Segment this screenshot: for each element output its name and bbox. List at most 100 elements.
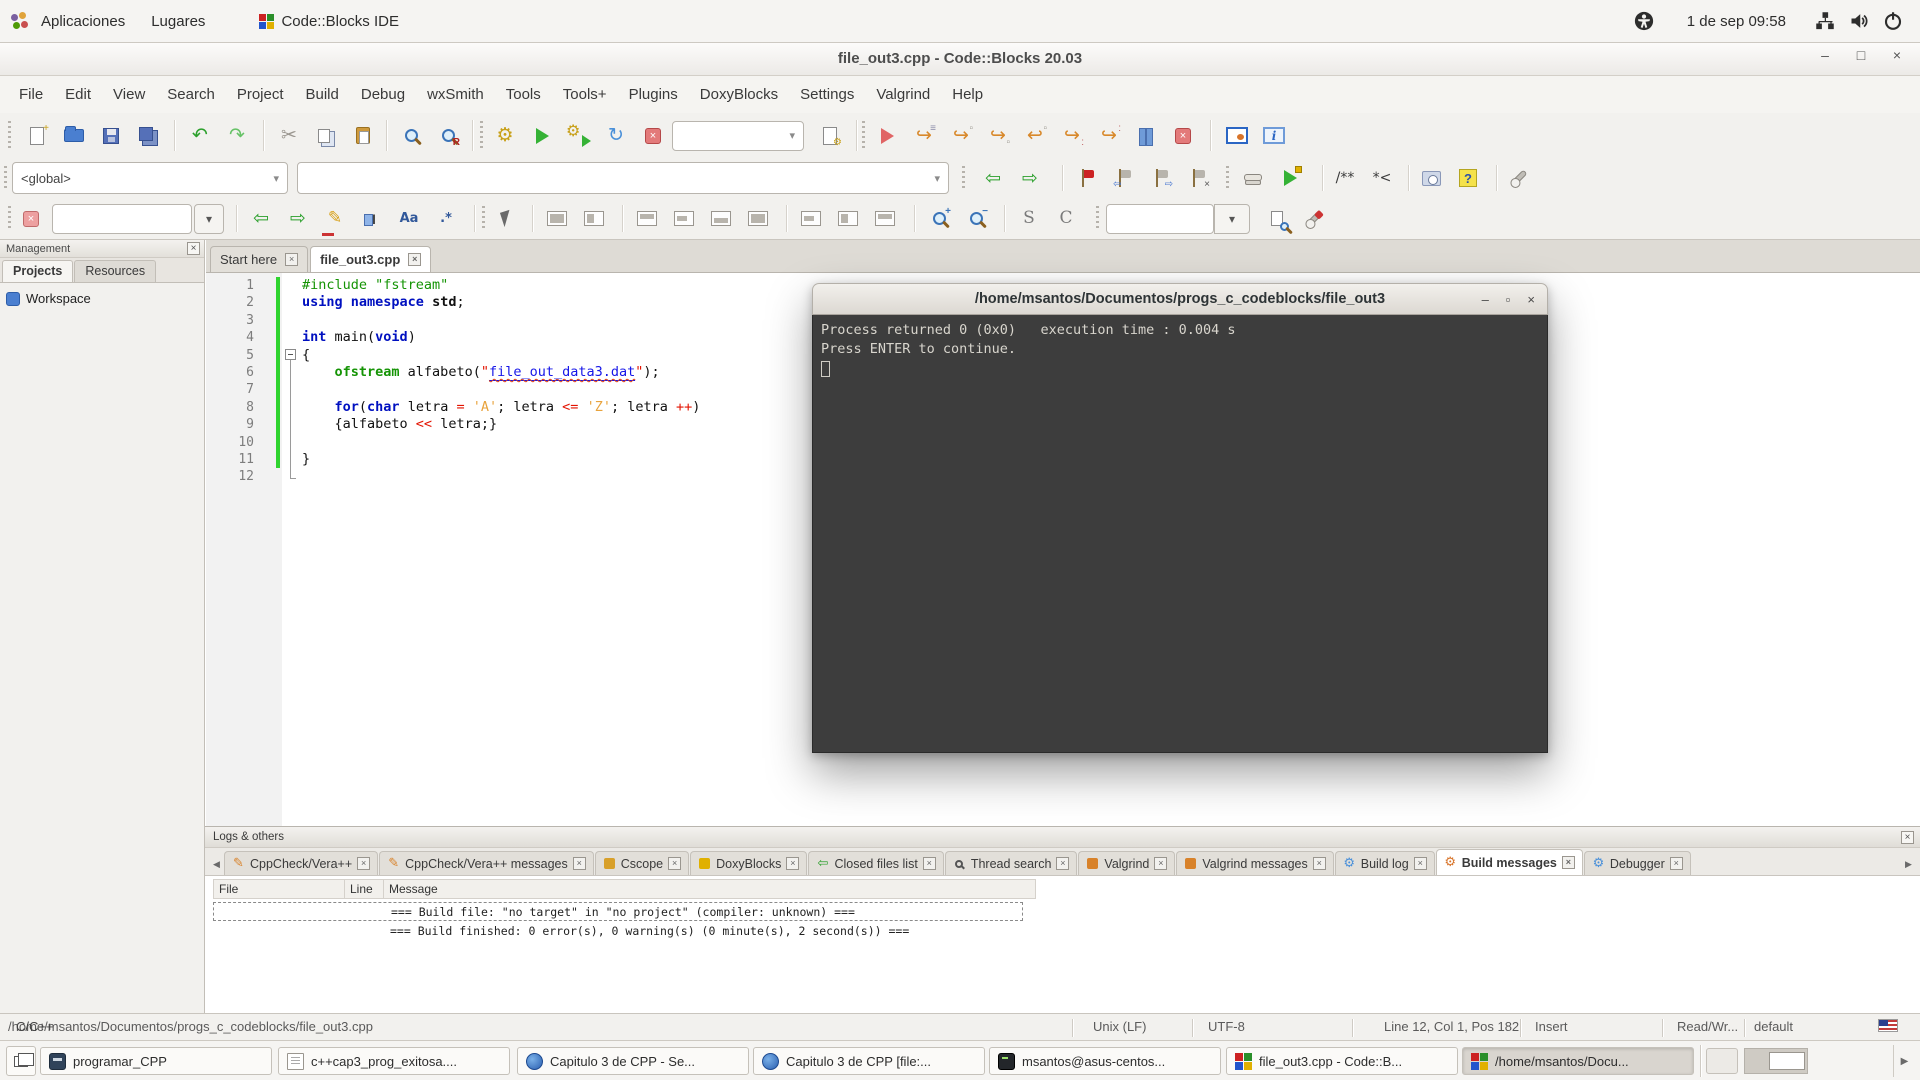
menu-file[interactable]: File — [8, 82, 54, 107]
zoom-in-button[interactable]: + — [924, 204, 954, 234]
maximize-button[interactable]: □ — [1852, 47, 1870, 63]
close-icon[interactable]: × — [1413, 857, 1427, 870]
workspace-switcher[interactable] — [1744, 1048, 1808, 1074]
new-file-button[interactable]: + — [22, 121, 52, 151]
tab-build-log[interactable]: ⚙ Build log × — [1334, 851, 1435, 875]
menu-project[interactable]: Project — [226, 82, 295, 107]
terminal-close-button[interactable]: × — [1527, 292, 1535, 307]
tab-cscope[interactable]: Cscope × — [594, 851, 690, 875]
logs-close-icon[interactable]: × — [1901, 830, 1914, 844]
search-history-button[interactable]: ▾ — [194, 203, 224, 234]
various-info-button[interactable]: i — [1259, 121, 1289, 151]
toolbar-drag-handle[interactable] — [4, 166, 7, 190]
regex-button[interactable]: .* — [431, 204, 461, 234]
doxyblocks-help-button[interactable]: ? — [1453, 163, 1483, 193]
menu-wxsmith[interactable]: wxSmith — [416, 82, 495, 107]
custom-button[interactable]: C — [1051, 204, 1081, 234]
close-icon[interactable]: × — [1056, 857, 1070, 870]
menu-tools-plus[interactable]: Tools+ — [552, 82, 618, 107]
workspace-item[interactable]: Workspace — [26, 291, 91, 306]
close-button[interactable]: × — [1888, 47, 1906, 63]
tab-debugger[interactable]: ⚙ Debugger × — [1583, 851, 1691, 875]
active-app-menu[interactable]: Code::Blocks IDE — [246, 0, 412, 42]
close-icon[interactable]: × — [1312, 857, 1326, 870]
menu-edit[interactable]: Edit — [54, 82, 102, 107]
jump-forward-button[interactable]: ⇨ — [1015, 163, 1045, 193]
compiler-options-button[interactable]: ⚙ — [815, 121, 845, 151]
clear-search-button[interactable]: × — [16, 204, 46, 234]
rebuild-button[interactable]: ↻ — [601, 121, 631, 151]
doxyblocks-run-html-button[interactable] — [1275, 163, 1305, 193]
tab-valgrind-messages[interactable]: Valgrind messages × — [1176, 851, 1334, 875]
taskbar-button-terminal[interactable]: msantos@asus-centos... — [989, 1047, 1221, 1075]
tab-build-messages[interactable]: ⚙ Build messages × — [1435, 849, 1583, 875]
step-out-button[interactable]: ↪ ▫ — [1020, 121, 1050, 151]
thread-search-button[interactable] — [1262, 204, 1292, 234]
tab-valgrind[interactable]: Valgrind × — [1078, 851, 1176, 875]
menu-search[interactable]: Search — [156, 82, 226, 107]
terminal-minimize-button[interactable]: ‒ — [1482, 292, 1489, 307]
taskbar-button-programar[interactable]: programar_CPP — [40, 1047, 272, 1075]
window-selector-button[interactable] — [6, 1046, 36, 1076]
open-file-button[interactable] — [59, 121, 89, 151]
close-icon[interactable]: × — [285, 253, 299, 266]
toolbar-drag-handle[interactable] — [1096, 206, 1099, 231]
close-icon[interactable]: × — [668, 857, 682, 870]
network-icon[interactable] — [1815, 11, 1835, 31]
search-prev-button[interactable]: ⇦ — [246, 204, 276, 234]
menu-valgrind[interactable]: Valgrind — [865, 82, 941, 107]
build-target-combo[interactable]: ▾ — [672, 120, 804, 151]
jump-back-button[interactable]: ⇦ — [978, 163, 1008, 193]
scope-combo[interactable]: <global> ▾ — [12, 162, 288, 194]
block-comment-button[interactable]: /** — [1330, 163, 1360, 193]
tab-cppcheck-messages[interactable]: ✎ CppCheck/Vera++ messages × — [379, 851, 594, 875]
tabs-scroll-left-icon[interactable]: ◀ — [209, 853, 224, 875]
tab-resources[interactable]: Resources — [74, 260, 157, 282]
terminal-maximize-button[interactable]: ▫ — [1506, 292, 1511, 307]
wxsmith-widget-1-button[interactable] — [542, 204, 572, 234]
thread-search-options-button[interactable] — [1299, 204, 1329, 234]
thread-search-input[interactable] — [1106, 203, 1214, 234]
doxyblocks-chm-button[interactable] — [1416, 163, 1446, 193]
taskbar-button-textfile[interactable]: c++cap3_prog_exitosa.... — [278, 1047, 510, 1075]
close-icon[interactable]: × — [1561, 856, 1575, 869]
previous-bookmark-button[interactable]: ⇦ — [1109, 163, 1139, 193]
wxsmith-widget-2-button[interactable] — [579, 204, 609, 234]
wxsmith-align-2-button[interactable] — [833, 204, 863, 234]
zoom-out-button[interactable]: − — [961, 204, 991, 234]
tab-file-out3[interactable]: file_out3.cpp × — [310, 246, 432, 272]
incremental-search-input[interactable] — [52, 203, 192, 234]
debugging-windows-button[interactable] — [1222, 121, 1252, 151]
wxsmith-sizer-3-button[interactable] — [706, 204, 736, 234]
fold-toggle-icon[interactable] — [285, 349, 296, 360]
wxsmith-sizer-4-button[interactable] — [743, 204, 773, 234]
stop-debugger-button[interactable]: × — [1168, 121, 1198, 151]
toggle-bookmark-button[interactable] — [1072, 163, 1102, 193]
close-icon[interactable]: × — [1669, 857, 1683, 870]
save-button[interactable] — [96, 121, 126, 151]
symbol-combo[interactable]: ▾ — [297, 162, 949, 194]
close-icon[interactable]: × — [922, 857, 936, 870]
minimize-button[interactable]: ‒ — [1816, 47, 1834, 63]
taskbar-mini-button[interactable] — [1706, 1048, 1738, 1074]
toolbar-drag-handle[interactable] — [8, 206, 11, 231]
menu-aplicaciones[interactable]: Aplicaciones — [28, 0, 138, 42]
wxsmith-align-3-button[interactable] — [870, 204, 900, 234]
menu-tools[interactable]: Tools — [495, 82, 552, 107]
match-case-button[interactable]: Aa — [394, 204, 424, 234]
debug-continue-button[interactable] — [872, 121, 902, 151]
redo-button[interactable]: ↷ — [222, 121, 252, 151]
next-bookmark-button[interactable]: ⇨ — [1146, 163, 1176, 193]
panel-expand-icon[interactable]: ▶ — [1893, 1045, 1915, 1077]
toolbar-drag-handle[interactable] — [862, 121, 865, 150]
toolbar-drag-handle[interactable] — [482, 206, 485, 231]
undo-button[interactable]: ↶ — [185, 121, 215, 151]
toolbar-drag-handle[interactable] — [1226, 166, 1229, 190]
menu-view[interactable]: View — [102, 82, 156, 107]
menu-plugins[interactable]: Plugins — [618, 82, 689, 107]
management-header[interactable]: Management × — [0, 240, 204, 258]
menu-settings[interactable]: Settings — [789, 82, 865, 107]
highlight-occurrences-button[interactable]: ✎ — [320, 204, 350, 234]
break-debugger-button[interactable] — [1131, 121, 1161, 151]
doxyblocks-settings-button[interactable] — [1504, 163, 1534, 193]
